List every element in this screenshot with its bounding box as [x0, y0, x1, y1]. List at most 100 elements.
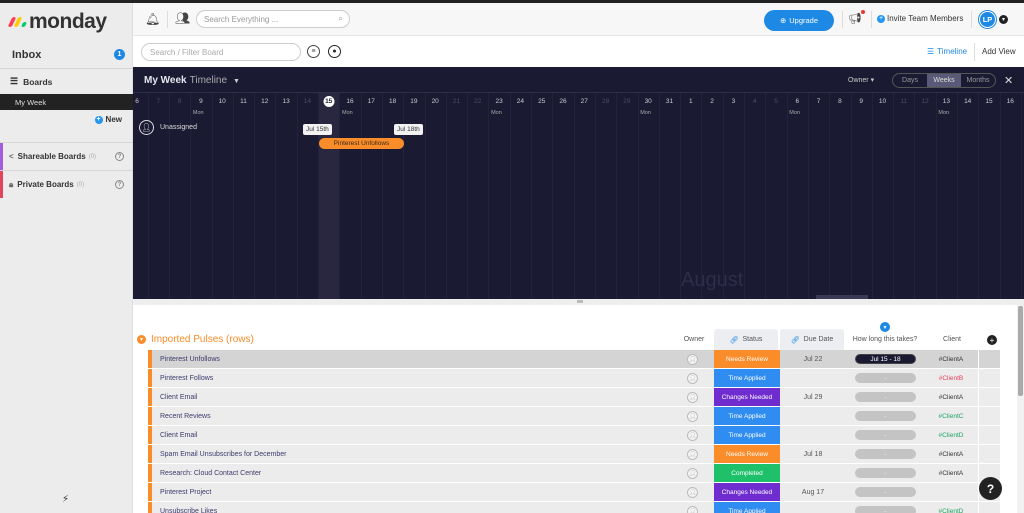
add-view-button[interactable]: Add View	[982, 47, 1016, 56]
status-cell[interactable]: Time Applied	[714, 369, 780, 387]
client-tag[interactable]: #ClientA	[924, 470, 978, 477]
table-row[interactable]: Research: Cloud Contact Center 👤︎ Complete…	[148, 463, 1000, 483]
client-tag[interactable]: #ClientA	[924, 394, 978, 401]
item-name[interactable]: Recent Reviews	[160, 413, 211, 420]
invite-team-members-button[interactable]: + Invite Team Members	[877, 14, 963, 23]
item-name[interactable]: Unsubscribe Likes	[160, 508, 217, 513]
table-row[interactable]: Recent Reviews 👤︎ Time Applied - #ClientC	[148, 406, 1000, 426]
column-header-due-date[interactable]: 🔗︎ Due Date	[780, 329, 844, 350]
owner-avatar-icon[interactable]: 👤︎	[687, 391, 698, 403]
bell-icon[interactable]: 🔔︎	[145, 12, 160, 26]
chevron-down-icon[interactable]: ▾	[137, 335, 146, 344]
table-row[interactable]: Client Email 👤︎ Time Applied - #ClientD	[148, 425, 1000, 445]
people-icon[interactable]: 👥︎	[175, 11, 190, 25]
timeline-title[interactable]: My Week Timeline ▼	[144, 75, 240, 86]
owner-avatar-icon[interactable]: 👤︎	[687, 467, 698, 479]
status-cell[interactable]: Completed	[714, 464, 780, 482]
sidebar-boards-header[interactable]: ☰ Boards	[0, 69, 133, 94]
owner-avatar-icon[interactable]: 👤︎	[687, 372, 698, 384]
add-column-icon[interactable]: +	[987, 335, 997, 345]
day-number: 23	[495, 98, 503, 105]
status-cell[interactable]: Time Applied	[714, 426, 780, 444]
client-tag[interactable]: #ClientD	[924, 508, 978, 513]
help-circle-icon[interactable]: ?	[115, 180, 124, 189]
owner-avatar-icon[interactable]: 👤︎	[687, 448, 698, 460]
client-tag[interactable]: #ClientA	[924, 356, 978, 363]
group-color-bar	[148, 426, 152, 444]
column-header-client[interactable]: Client	[925, 329, 979, 350]
duration-cell[interactable]: -	[855, 373, 916, 383]
client-tag[interactable]: #ClientC	[924, 413, 978, 420]
close-icon[interactable]: ✕	[1004, 74, 1013, 87]
status-cell[interactable]: Needs Review	[714, 350, 780, 368]
duration-cell[interactable]: -	[855, 506, 916, 513]
due-date-cell[interactable]: Aug 17	[780, 489, 846, 496]
item-name[interactable]: Client Email	[160, 394, 197, 401]
item-name[interactable]: Client Email	[160, 432, 197, 439]
lightning-icon[interactable]: ⚡︎	[62, 494, 69, 505]
table-row[interactable]: Unsubscribe Likes 👤︎ Time Applied - #ClientD	[148, 501, 1000, 513]
help-circle-icon[interactable]: ?	[115, 152, 124, 161]
status-cell[interactable]: Changes Needed	[714, 388, 780, 406]
duration-cell[interactable]: -	[855, 449, 916, 459]
filter-icon[interactable]: ≡	[307, 45, 320, 58]
scale-option-months[interactable]: Months	[961, 74, 995, 87]
sidebar-item-my-week[interactable]: My Week	[0, 94, 133, 110]
duration-cell[interactable]: -	[855, 430, 916, 440]
group-header[interactable]: ▾ Imported Pulses (rows)	[137, 334, 254, 345]
owner-avatar-icon[interactable]: 👤︎	[687, 429, 698, 441]
group-by-dropdown[interactable]: Owner ▾	[848, 76, 874, 84]
upgrade-button[interactable]: ⊕ Upgrade	[764, 10, 834, 31]
item-name[interactable]: Spam Email Unsubscribes for December	[160, 451, 286, 458]
filter-board-input[interactable]: Search / Filter Board	[141, 43, 301, 61]
owner-avatar-icon[interactable]: 👤︎	[687, 410, 698, 422]
duration-cell[interactable]: Jul 15 - 18	[855, 354, 916, 364]
vertical-scrollbar[interactable]	[1017, 305, 1024, 513]
item-name[interactable]: Research: Cloud Contact Center	[160, 470, 261, 477]
table-row[interactable]: Spam Email Unsubscribes for December 👤︎ Ne…	[148, 444, 1000, 464]
megaphone-icon[interactable]: 📢︎	[848, 10, 865, 25]
sidebar-section-private-boards[interactable]: 🔒︎ Private Boards (0) ?	[0, 170, 133, 198]
chevron-down-icon[interactable]: ▾	[999, 15, 1008, 24]
item-name[interactable]: Pinterest Follows	[160, 375, 213, 382]
owner-avatar-icon[interactable]: 👤︎	[687, 353, 698, 365]
owner-avatar-icon[interactable]: 👤︎	[687, 486, 698, 498]
status-cell[interactable]: Time Applied	[714, 407, 780, 425]
table-row[interactable]: Pinterest Project 👤︎ Changes Needed Aug 17 -	[148, 482, 1000, 502]
column-header-status[interactable]: 🔗︎ Status	[714, 329, 778, 350]
scale-option-weeks[interactable]: Weeks	[927, 74, 961, 87]
duration-cell[interactable]: -	[855, 392, 916, 402]
search-everything-input[interactable]: Search Everything ... ⌕	[196, 10, 350, 28]
item-name[interactable]: Pinterest Unfollows	[160, 356, 220, 363]
client-tag[interactable]: #ClientD	[924, 432, 978, 439]
sidebar-section-shareable-boards[interactable]: < Shareable Boards (0) ?	[0, 142, 133, 170]
tab-timeline-view[interactable]: ☰ Timeline	[927, 47, 967, 56]
person-filter-icon[interactable]: ●	[328, 45, 341, 58]
column-header-owner[interactable]: Owner	[678, 329, 710, 350]
table-row[interactable]: Client Email 👤︎ Changes Needed Jul 29 - #Clie…	[148, 387, 1000, 407]
help-button[interactable]: ?	[979, 477, 1002, 500]
client-tag[interactable]: #ClientA	[924, 451, 978, 458]
status-cell[interactable]: Needs Review	[714, 445, 780, 463]
new-board-button[interactable]: + New	[94, 115, 122, 124]
table-row[interactable]: Pinterest Unfollows 👤︎ Needs Review Jul 22 J…	[148, 349, 1000, 369]
client-tag[interactable]: #ClientB	[924, 375, 978, 382]
due-date-cell[interactable]: Jul 18	[780, 451, 846, 458]
table-row[interactable]: Pinterest Follows 👤︎ Time Applied - #ClientB	[148, 368, 1000, 388]
status-cell[interactable]: Changes Needed	[714, 483, 780, 501]
due-date-cell[interactable]: Jul 22	[780, 356, 846, 363]
monday-logo[interactable]: monday	[7, 10, 107, 33]
sidebar-inbox[interactable]: Inbox 1	[0, 41, 133, 69]
duration-cell[interactable]: -	[855, 487, 916, 497]
item-name[interactable]: Pinterest Project	[160, 489, 211, 496]
column-header-duration[interactable]: How long this takes?	[845, 329, 925, 350]
status-cell[interactable]: Time Applied	[714, 502, 780, 513]
due-date-cell[interactable]: Jul 29	[780, 394, 846, 401]
scale-option-days[interactable]: Days	[893, 74, 927, 87]
user-avatar[interactable]: LP	[979, 11, 996, 28]
owner-avatar-icon[interactable]: 👤︎	[687, 505, 698, 513]
duration-cell[interactable]: -	[855, 468, 916, 478]
scrollbar-thumb[interactable]	[1018, 306, 1023, 396]
timeline-item-bar[interactable]: Pinterest Unfollows	[319, 138, 404, 149]
duration-cell[interactable]: -	[855, 411, 916, 421]
